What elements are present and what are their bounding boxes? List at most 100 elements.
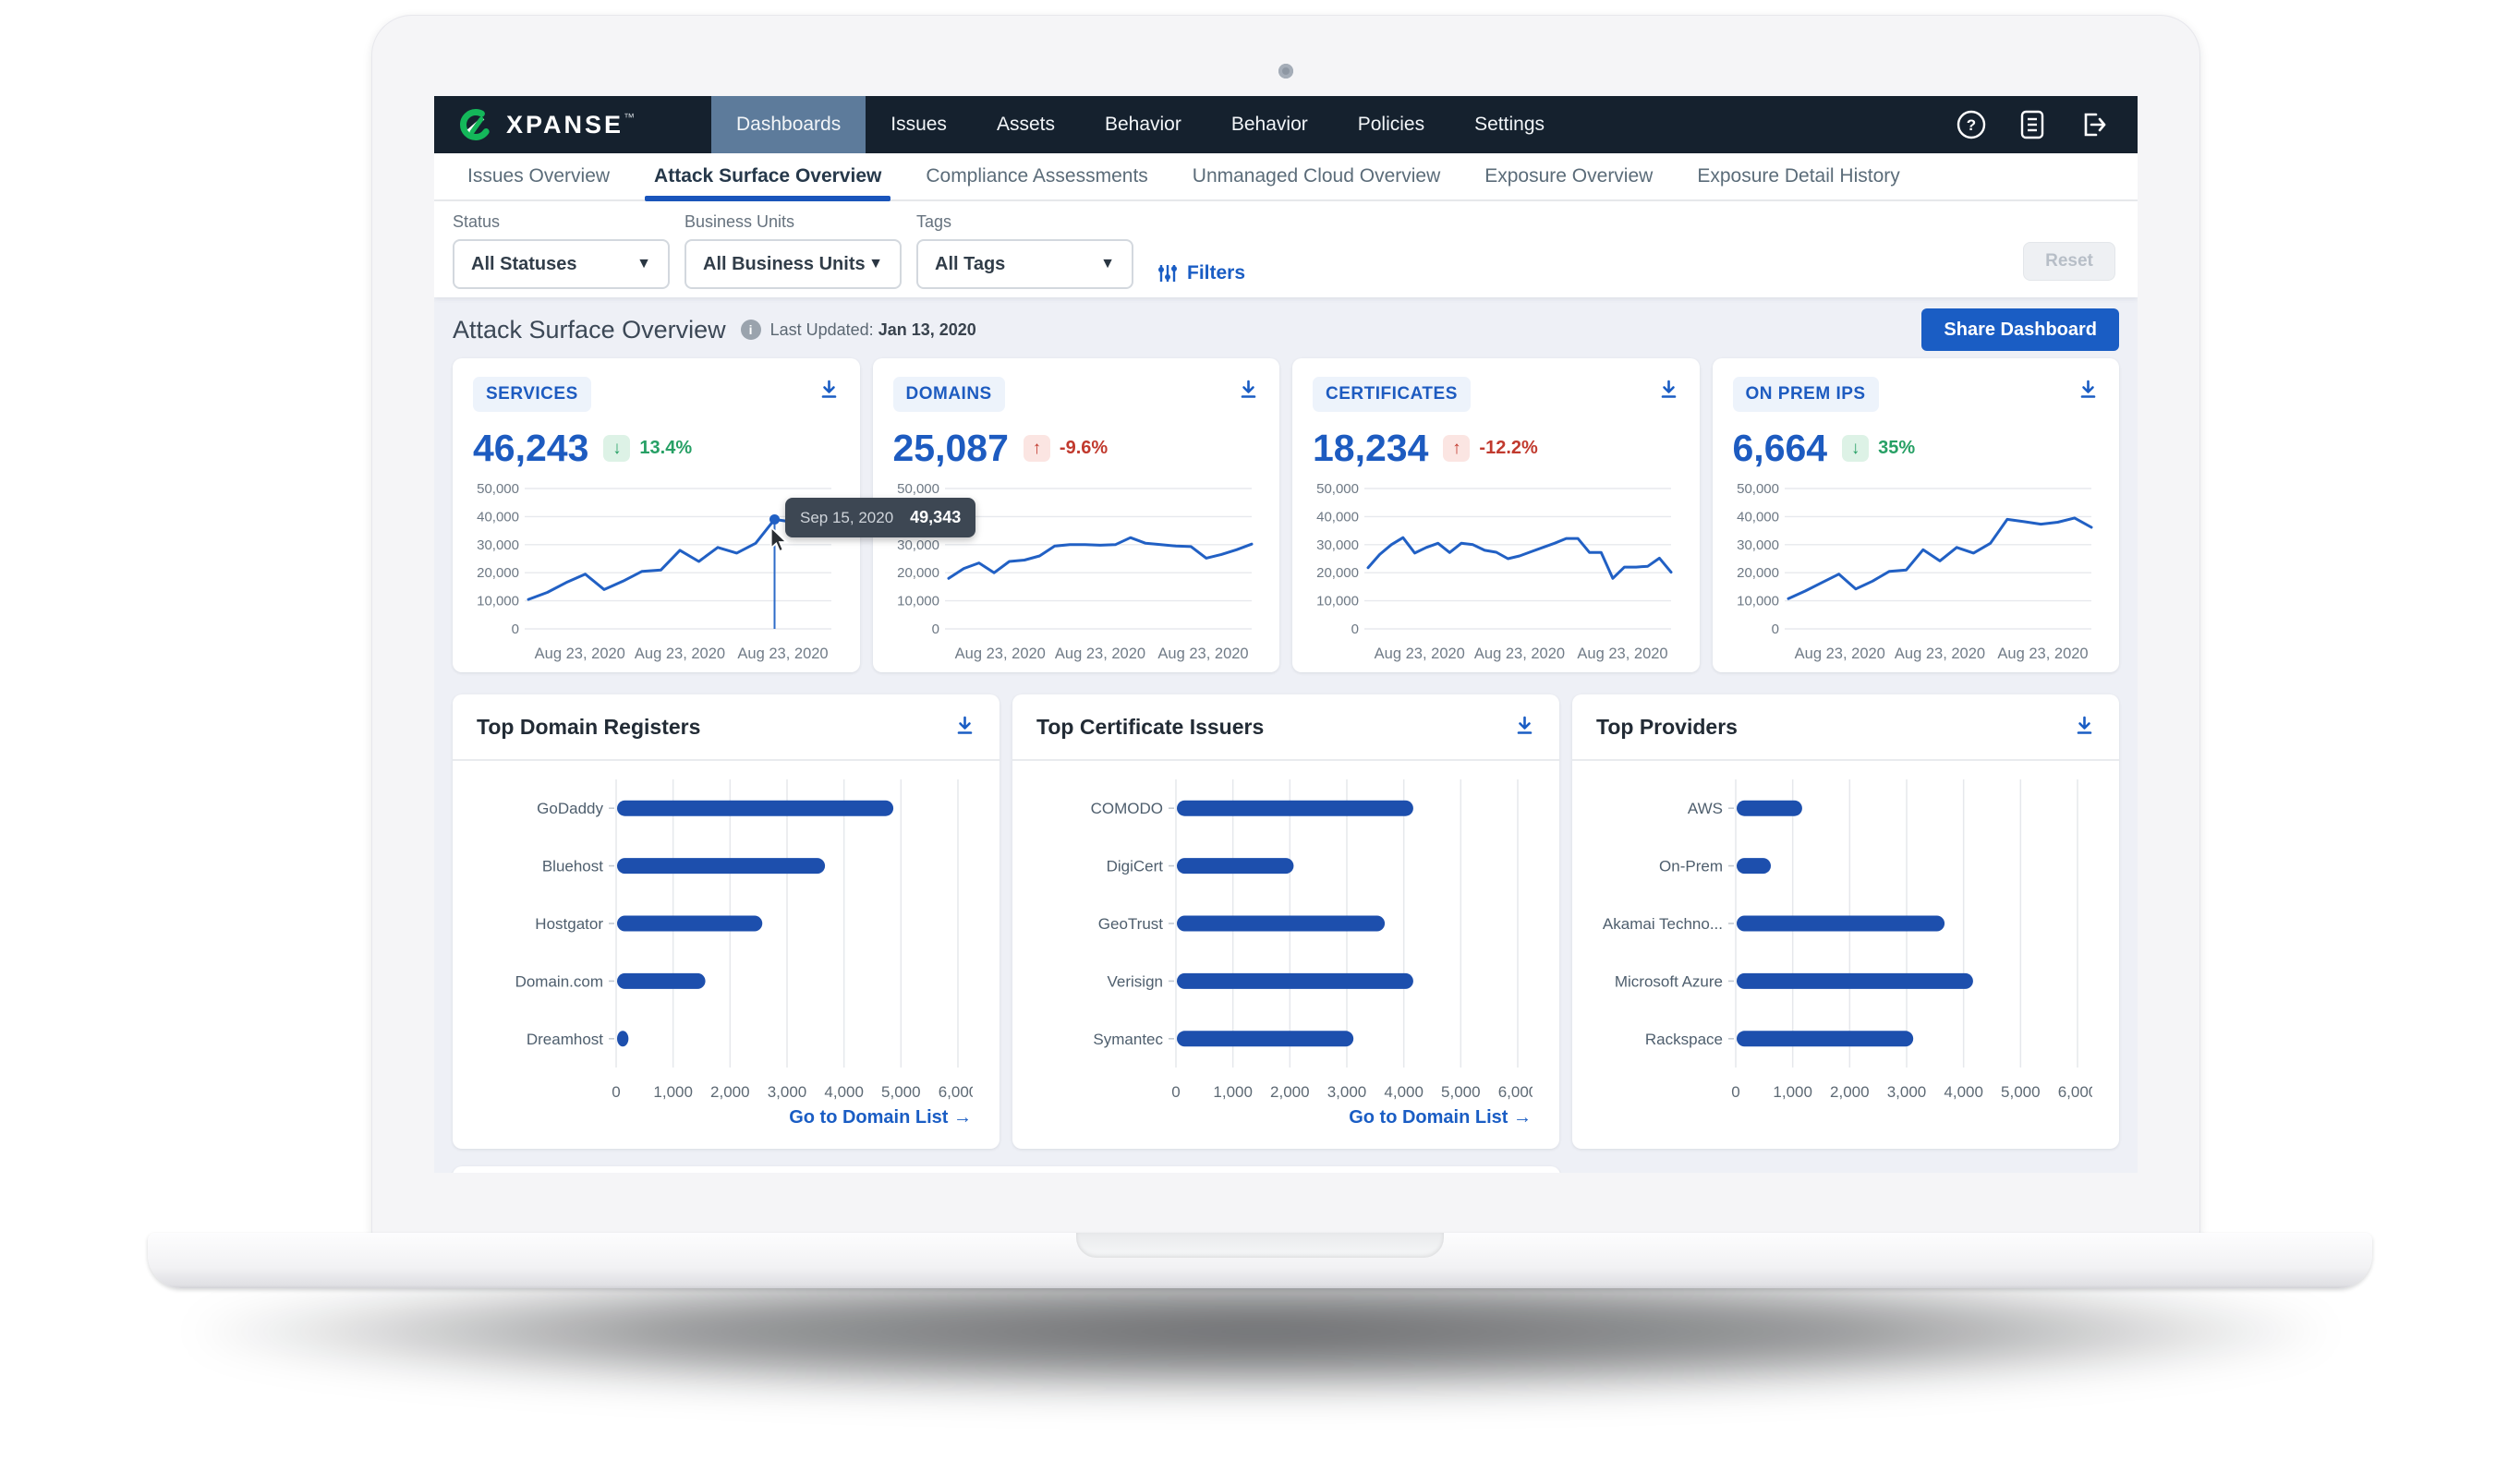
tags-select[interactable]: All Tags ▼ xyxy=(916,239,1133,289)
page-header: Attack Surface Overview i Last Updated: … xyxy=(453,308,2119,351)
svg-text:Hostgator: Hostgator xyxy=(535,915,603,933)
nav-item-policies[interactable]: Policies xyxy=(1333,96,1449,153)
svg-text:2,000: 2,000 xyxy=(1270,1083,1310,1101)
stat-change: -12.2% xyxy=(1479,438,1537,459)
info-icon[interactable]: i xyxy=(741,320,761,340)
svg-text:40,000: 40,000 xyxy=(1316,509,1359,525)
download-icon[interactable] xyxy=(954,715,975,741)
card-top-certificate-issuers: Top Certificate Issuers 01,0002,0003,000… xyxy=(1012,694,1559,1149)
svg-text:10,000: 10,000 xyxy=(1316,594,1359,609)
trend-chart-wrap: 010,00020,00030,00040,00050,000Aug 23, 2… xyxy=(1313,476,1679,676)
trend-arrow-icon: ↑ xyxy=(1024,435,1050,462)
tags-filter-label: Tags xyxy=(916,212,1133,232)
bar-digicert xyxy=(1177,858,1293,874)
nav-item-settings[interactable]: Settings xyxy=(1449,96,1569,153)
nav-item-dashboards[interactable]: Dashboards xyxy=(711,96,866,153)
tab-exposure-overview[interactable]: Exposure Overview xyxy=(1462,153,1675,199)
svg-text:3,000: 3,000 xyxy=(1327,1083,1367,1101)
svg-text:On-Prem: On-Prem xyxy=(1659,858,1723,875)
tab-attack-surface-overview[interactable]: Attack Surface Overview xyxy=(632,153,903,199)
brand-logo: XPANSE™ xyxy=(434,96,711,153)
nav-item-behavior[interactable]: Behavior xyxy=(1206,96,1333,153)
tab-exposure-detail-history[interactable]: Exposure Detail History xyxy=(1675,153,1921,199)
bar-hostgator xyxy=(617,916,762,932)
card-top-providers: Top Providers 01,0002,0003,0004,0005,000… xyxy=(1572,694,2119,1149)
stat-value: 46,243 xyxy=(473,427,588,470)
filter-bar: Status All Statuses ▼ Business Units All… xyxy=(434,201,2138,297)
download-icon[interactable] xyxy=(818,379,840,404)
svg-text:Aug 23, 2020: Aug 23, 2020 xyxy=(1577,646,1667,662)
svg-text:5,000: 5,000 xyxy=(881,1083,921,1101)
card-title: Top Domain Registers xyxy=(477,715,700,740)
stat-change: 35% xyxy=(1878,438,1915,459)
share-dashboard-button[interactable]: Share Dashboard xyxy=(1921,308,2119,351)
chart-tooltip: Sep 15, 2020 49,343 xyxy=(785,498,975,537)
download-icon[interactable] xyxy=(1238,379,1259,404)
stat-card-services: SERVICES 46,243 ↓ 13.4% 010,00020,00030,… xyxy=(453,358,860,672)
svg-text:Akamai Techno...: Akamai Techno... xyxy=(1603,915,1723,933)
trend-line-chart: 010,00020,00030,00040,00050,000Aug 23, 2… xyxy=(473,476,837,671)
business-units-select[interactable]: All Business Units ▼ xyxy=(685,239,902,289)
trend-arrow-icon: ↑ xyxy=(1443,435,1470,462)
status-select[interactable]: All Statuses ▼ xyxy=(453,239,670,289)
nav-item-issues[interactable]: Issues xyxy=(866,96,972,153)
trend-line-chart: 010,00020,00030,00040,00050,000Aug 23, 2… xyxy=(1733,476,2097,671)
release-notes-icon[interactable] xyxy=(2016,108,2049,141)
tags-select-value: All Tags xyxy=(935,254,1005,275)
tab-unmanaged-cloud-overview[interactable]: Unmanaged Cloud Overview xyxy=(1170,153,1462,199)
download-icon[interactable] xyxy=(2078,379,2099,404)
tab-issues-overview[interactable]: Issues Overview xyxy=(445,153,632,199)
svg-text:50,000: 50,000 xyxy=(897,481,939,497)
tab-compliance-assessments[interactable]: Compliance Assessments xyxy=(903,153,1169,199)
svg-text:50,000: 50,000 xyxy=(1316,481,1359,497)
svg-text:Aug 23, 2020: Aug 23, 2020 xyxy=(1794,646,1884,662)
bar-microsoft-azure xyxy=(1737,973,1973,989)
svg-text:20,000: 20,000 xyxy=(477,565,519,581)
download-icon[interactable] xyxy=(1658,379,1679,404)
bar-comodo xyxy=(1177,801,1413,816)
go-to-domain-list-link[interactable]: Go to Domain List → xyxy=(1349,1107,1532,1128)
go-to-domain-list-link[interactable]: Go to Domain List → xyxy=(789,1107,972,1128)
trend-arrow-icon: ↓ xyxy=(603,435,630,462)
svg-text:Aug 23, 2020: Aug 23, 2020 xyxy=(1474,646,1565,662)
svg-text:1,000: 1,000 xyxy=(1773,1083,1812,1101)
svg-text:AWS: AWS xyxy=(1688,800,1723,817)
svg-text:2,000: 2,000 xyxy=(710,1083,750,1101)
stat-card-row: SERVICES 46,243 ↓ 13.4% 010,00020,00030,… xyxy=(453,358,2119,672)
laptop-base xyxy=(148,1233,2372,1288)
bar-card-row: Top Domain Registers 0 1,000 2,000 3,000 4,0… xyxy=(453,694,2119,1149)
help-icon[interactable]: ? xyxy=(1955,108,1988,141)
svg-text:5,000: 5,000 xyxy=(2001,1083,2041,1101)
webcam-dot xyxy=(1278,64,1293,78)
bar-bluehost xyxy=(617,858,825,874)
svg-text:4,000: 4,000 xyxy=(824,1083,864,1101)
svg-text:Aug 23, 2020: Aug 23, 2020 xyxy=(1894,646,1984,662)
download-icon[interactable] xyxy=(2074,715,2095,741)
svg-text:40,000: 40,000 xyxy=(1737,509,1779,525)
horizontal-bar-chart: 01,0002,0003,0004,0005,0006,000AWSOn-Pre… xyxy=(1593,765,2092,1114)
svg-text:0: 0 xyxy=(1731,1083,1739,1101)
next-row-card-partial xyxy=(453,1166,1560,1173)
svg-text:GeoTrust: GeoTrust xyxy=(1098,915,1164,933)
stat-label: ON PREM IPS xyxy=(1733,377,1879,412)
svg-text:1,000: 1,000 xyxy=(653,1083,693,1101)
svg-text:50,000: 50,000 xyxy=(477,481,519,497)
chevron-down-icon: ▼ xyxy=(636,256,651,272)
filters-button[interactable]: Filters xyxy=(1157,262,1245,284)
download-icon[interactable] xyxy=(1514,715,1535,741)
stat-label: CERTIFICATES xyxy=(1313,377,1471,412)
nav-item-assets[interactable]: Assets xyxy=(972,96,1080,153)
svg-text:2,000: 2,000 xyxy=(1830,1083,1870,1101)
svg-text:Bluehost: Bluehost xyxy=(542,858,603,875)
svg-text:Aug 23, 2020: Aug 23, 2020 xyxy=(954,646,1045,662)
horizontal-bar-chart: 01,0002,0003,0004,0005,0006,000GoDaddyBl… xyxy=(473,765,973,1114)
reset-button[interactable]: Reset xyxy=(2023,242,2115,281)
nav-item-behavior[interactable]: Behavior xyxy=(1080,96,1206,153)
bar-aws xyxy=(1737,801,1802,816)
svg-text:Symantec: Symantec xyxy=(1093,1031,1163,1048)
bar-rackspace xyxy=(1737,1031,1913,1046)
logout-icon[interactable] xyxy=(2077,108,2110,141)
svg-text:Aug 23, 2020: Aug 23, 2020 xyxy=(1157,646,1248,662)
svg-text:6,000: 6,000 xyxy=(2058,1083,2092,1101)
svg-text:0: 0 xyxy=(512,621,519,637)
